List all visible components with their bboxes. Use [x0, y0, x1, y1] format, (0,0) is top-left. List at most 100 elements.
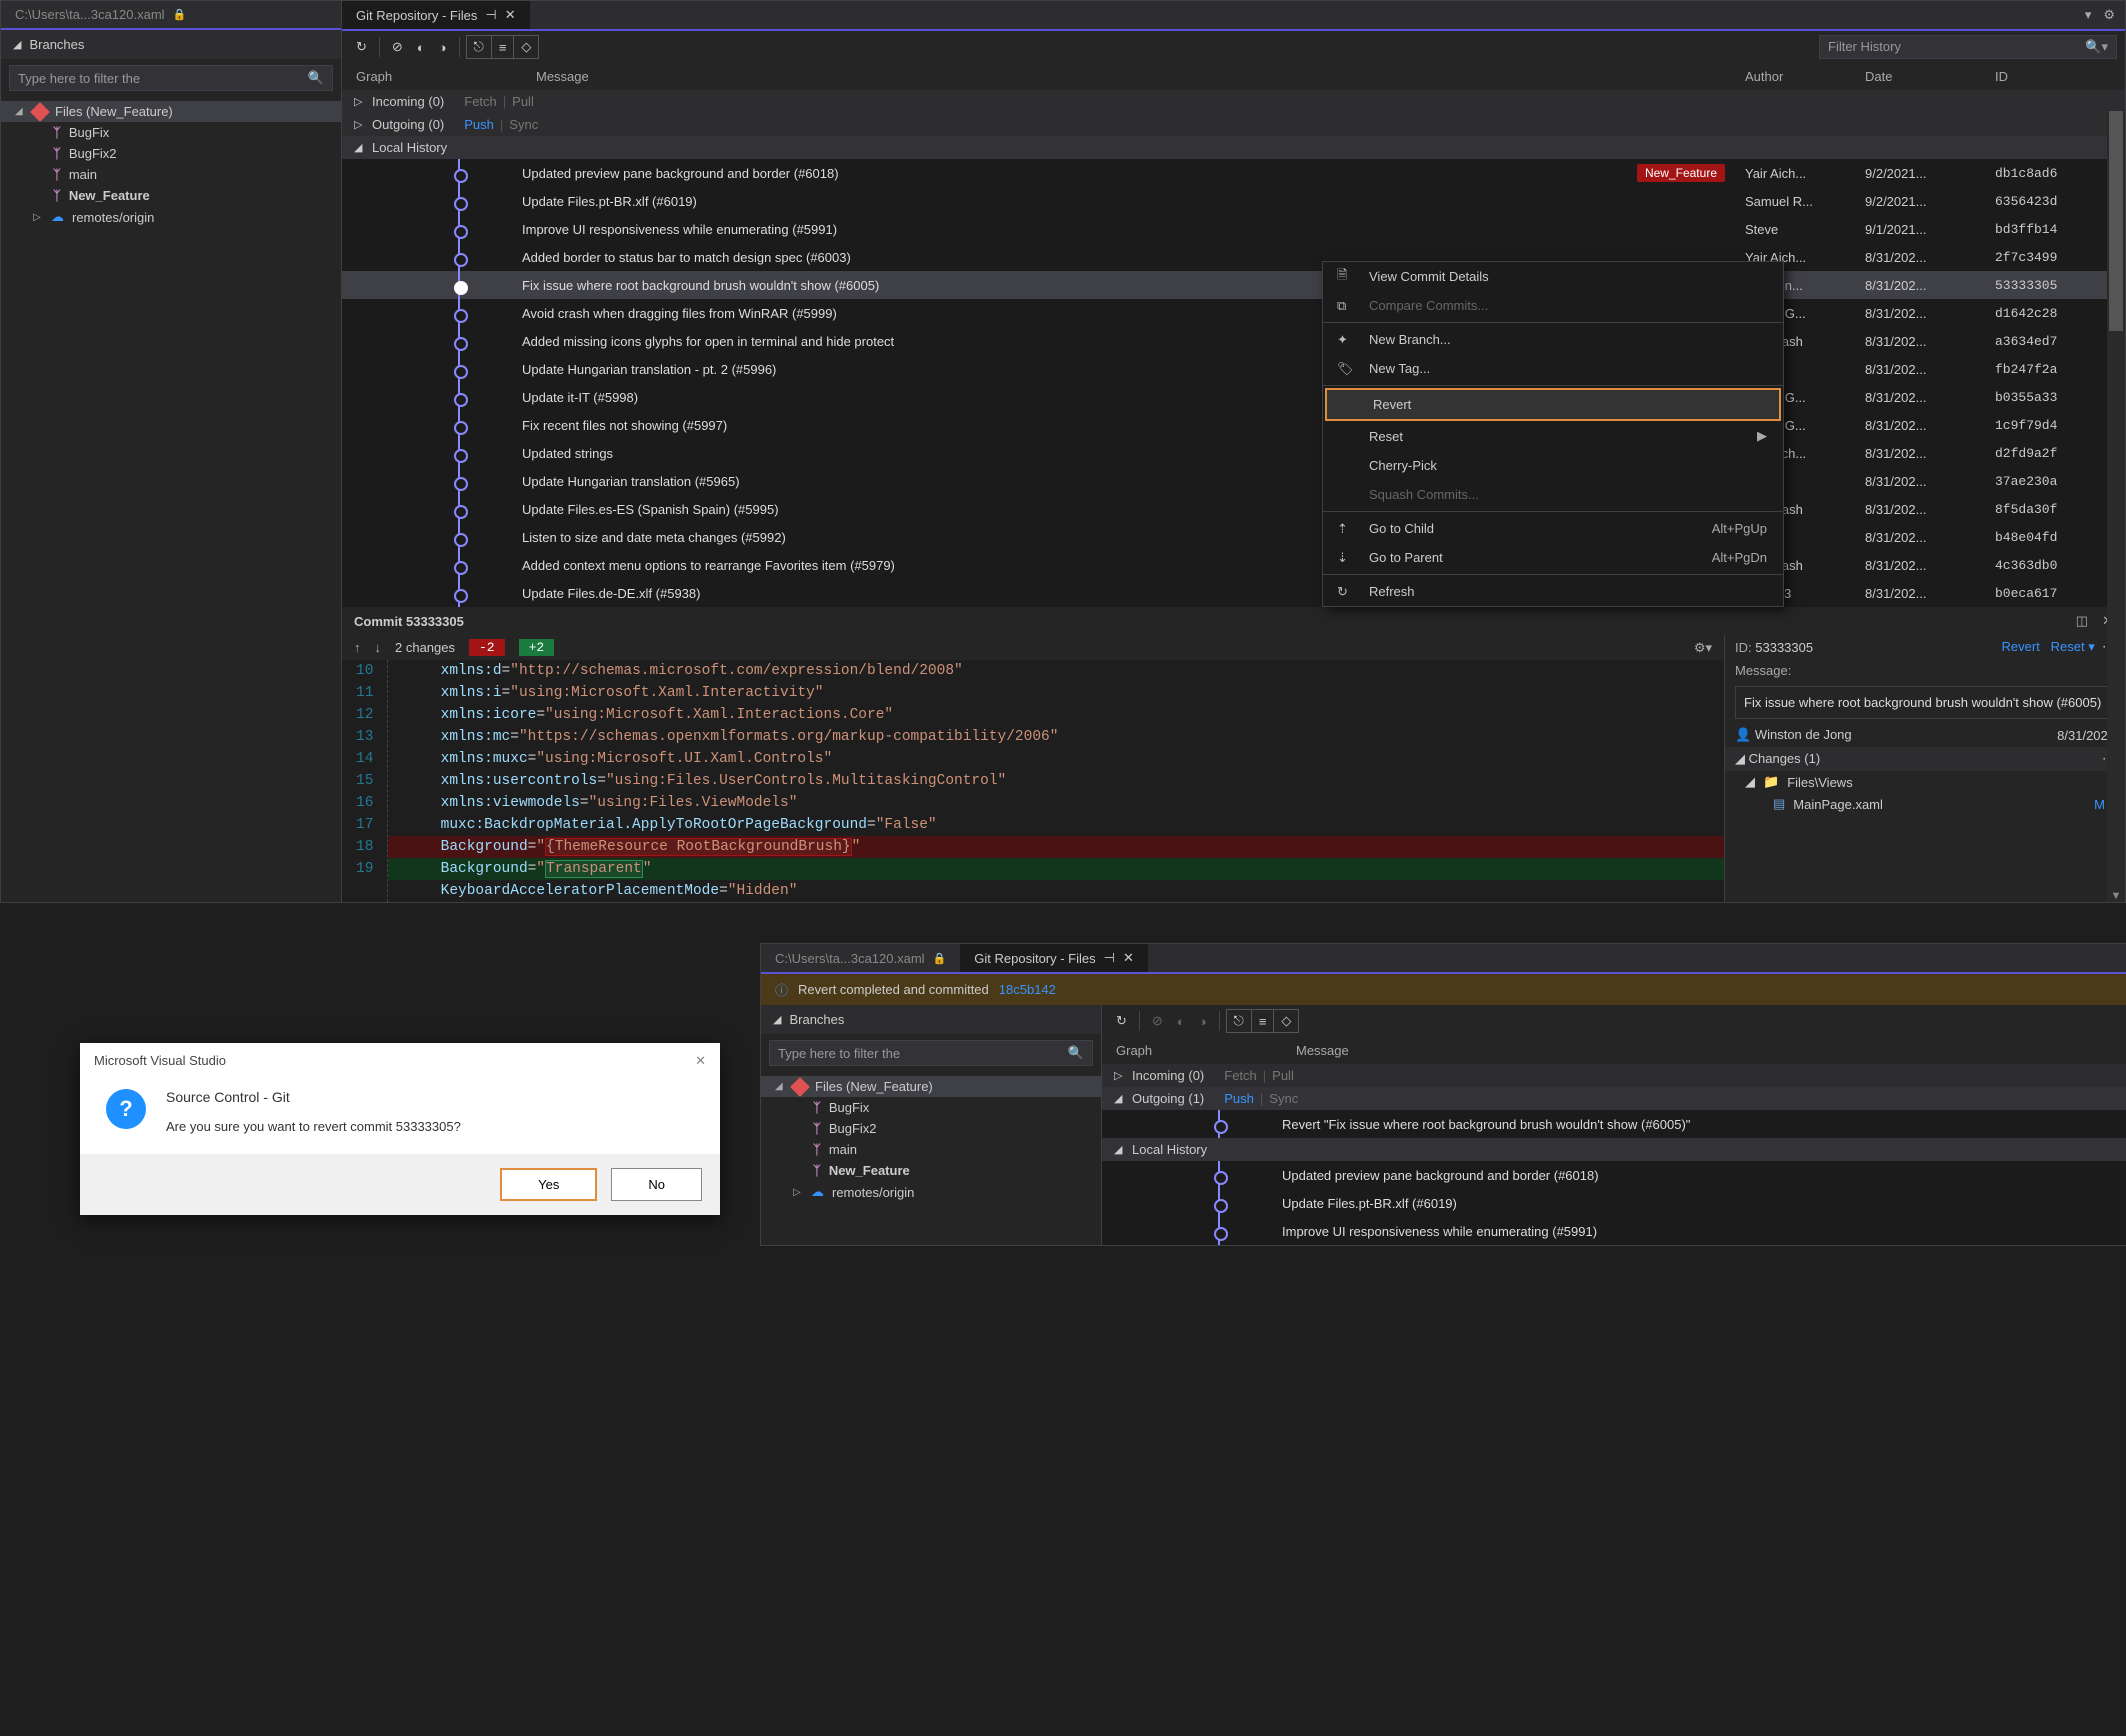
- remotes-node[interactable]: ▷ ☁ remotes/origin: [1, 206, 341, 228]
- commit-row[interactable]: Update Files.pt-BR.xlf (#6019)Samuel R..…: [342, 187, 2125, 215]
- commit-row[interactable]: Update Files.de-DE.xlf (#5938)R3voA38/31…: [342, 579, 2125, 607]
- split-icon[interactable]: ◫: [2076, 613, 2088, 629]
- branch-item[interactable]: main: [1, 164, 341, 185]
- commit-row[interactable]: Fix issue where root background brush wo…: [342, 271, 2125, 299]
- commit-row[interactable]: Avoid crash when dragging files from Win…: [342, 299, 2125, 327]
- scrollbar[interactable]: ▲ ▼: [2107, 111, 2125, 902]
- commit-row[interactable]: Updated stringsYair Aich...8/31/202...d2…: [342, 439, 2125, 467]
- menu-item-go-to-child[interactable]: ⇡Go to ChildAlt+PgUp: [1323, 514, 1783, 543]
- branch-item[interactable]: BugFix: [761, 1097, 1101, 1118]
- yes-button[interactable]: Yes: [500, 1168, 597, 1201]
- branch-root[interactable]: ◢ Files (New_Feature): [761, 1076, 1101, 1097]
- branch-item[interactable]: main: [761, 1139, 1101, 1160]
- commit-row[interactable]: Update Files.pt-BR.xlf (#6019): [1102, 1189, 2126, 1217]
- merge-mode-button[interactable]: ◇: [514, 36, 538, 58]
- branches-header[interactable]: ◢ Branches: [761, 1005, 1101, 1034]
- list-mode-button[interactable]: ≡: [1252, 1010, 1275, 1032]
- branch-item[interactable]: BugFix2: [1, 143, 341, 164]
- sync-link[interactable]: Sync: [509, 117, 538, 132]
- sync-link[interactable]: Sync: [1269, 1091, 1298, 1106]
- gear-icon[interactable]: ⚙▾: [1694, 640, 1712, 656]
- branch-root[interactable]: ◢ Files (New_Feature): [1, 101, 341, 122]
- outgoing-section[interactable]: ▷ Outgoing (0) Push | Sync: [342, 113, 2125, 136]
- toolbar-btn[interactable]: ◐: [411, 36, 431, 59]
- fetch-link[interactable]: Fetch: [1224, 1068, 1257, 1083]
- graph-mode-button[interactable]: ⎋: [467, 36, 492, 58]
- menu-item-cherry-pick[interactable]: Cherry-Pick: [1323, 451, 1783, 480]
- menu-item-refresh[interactable]: ↻Refresh: [1323, 577, 1783, 606]
- reset-link[interactable]: Reset ▾: [2051, 639, 2095, 654]
- toolbar-btn: ◑: [1193, 1010, 1213, 1033]
- commit-row[interactable]: Listen to size and date meta changes (#5…: [342, 523, 2125, 551]
- branch-filter[interactable]: Type here to filter the 🔍: [769, 1040, 1093, 1066]
- file-node[interactable]: ▤ MainPage.xaml M: [1725, 793, 2125, 815]
- branches-header[interactable]: ◢ Branches: [1, 30, 341, 59]
- commit-row[interactable]: Update Hungarian translation (#5965)nvi9…: [342, 467, 2125, 495]
- commit-row[interactable]: Updated preview pane background and bord…: [342, 159, 2125, 187]
- menu-item-new-branch-[interactable]: ✦New Branch...: [1323, 325, 1783, 354]
- commit-row[interactable]: Added missing icons glyphs for open in t…: [342, 327, 2125, 355]
- remotes-node[interactable]: ▷ ☁ remotes/origin: [761, 1181, 1101, 1203]
- refresh-button[interactable]: ↻: [350, 35, 373, 59]
- revert-link[interactable]: Revert: [2002, 639, 2040, 654]
- commit-row[interactable]: Fix recent files not showing (#5997)Marc…: [342, 411, 2125, 439]
- list-mode-button[interactable]: ≡: [492, 36, 515, 58]
- refresh-button[interactable]: ↻: [1110, 1009, 1133, 1033]
- local-history-section[interactable]: ◢ Local History: [1102, 1138, 2126, 1161]
- scroll-thumb[interactable]: [2109, 111, 2123, 331]
- menu-item-view-commit-details[interactable]: 🗎View Commit Details: [1323, 262, 1783, 291]
- next-change-button[interactable]: ↓: [375, 640, 382, 655]
- close-icon[interactable]: ✕: [695, 1053, 706, 1069]
- menu-item-new-tag-[interactable]: 🏷New Tag...: [1323, 354, 1783, 383]
- commit-detail-header: Commit 53333305 ◫ ✕: [342, 607, 2125, 635]
- toolbar-btn[interactable]: ⊘: [386, 35, 409, 59]
- graph-mode-button[interactable]: ⎋: [1227, 1010, 1252, 1032]
- incoming-section[interactable]: ▷ Incoming (0) Fetch | Pull: [1102, 1064, 2126, 1087]
- push-link[interactable]: Push: [1224, 1091, 1254, 1106]
- merge-mode-button[interactable]: ◇: [1274, 1010, 1298, 1032]
- git-tab[interactable]: Git Repository - Files ⊣ ✕: [342, 1, 530, 29]
- gear-icon[interactable]: ⚙: [2103, 7, 2115, 23]
- folder-node[interactable]: ◢ 📁 Files\Views: [1725, 771, 2125, 793]
- pull-link[interactable]: Pull: [1272, 1068, 1294, 1083]
- git-tab[interactable]: Git Repository - Files ⊣ ✕: [960, 944, 1148, 972]
- pin-icon[interactable]: ⊣: [485, 7, 496, 23]
- notification-text: Revert completed and committed: [798, 982, 989, 997]
- changes-header[interactable]: ◢ Changes (1) ⋯: [1725, 747, 2125, 771]
- fetch-link[interactable]: Fetch: [464, 94, 497, 109]
- local-history-section[interactable]: ◢ Local History: [342, 136, 2125, 159]
- commit-row[interactable]: Update it-IT (#5998)Marco G...8/31/202..…: [342, 383, 2125, 411]
- menu-item-go-to-parent[interactable]: ⇣Go to ParentAlt+PgDn: [1323, 543, 1783, 572]
- prev-change-button[interactable]: ↑: [354, 640, 361, 655]
- commit-row[interactable]: Added border to status bar to match desi…: [342, 243, 2125, 271]
- scroll-down-icon[interactable]: ▼: [2107, 890, 2125, 902]
- commit-row[interactable]: Revert "Fix issue where root background …: [1102, 1110, 2126, 1138]
- branch-item[interactable]: BugFix: [1, 122, 341, 143]
- branch-item[interactable]: New_Feature: [1, 185, 341, 206]
- commit-row[interactable]: Improve UI responsiveness while enumerat…: [342, 215, 2125, 243]
- toolbar-btn[interactable]: ◑: [433, 36, 453, 59]
- commit-row[interactable]: Update Files.es-ES (Spanish Spain) (#599…: [342, 495, 2125, 523]
- commit-row[interactable]: Update Hungarian translation - pt. 2 (#5…: [342, 355, 2125, 383]
- menu-item-revert[interactable]: Revert: [1325, 388, 1781, 421]
- file-tab[interactable]: C:\Users\ta...3ca120.xaml 🔒: [1, 1, 200, 28]
- branch-item[interactable]: BugFix2: [761, 1118, 1101, 1139]
- no-button[interactable]: No: [611, 1168, 702, 1201]
- push-link[interactable]: Push: [464, 117, 494, 132]
- filter-history[interactable]: Filter History 🔍▾: [1819, 35, 2117, 59]
- file-tab[interactable]: C:\Users\ta...3ca120.xaml 🔒: [761, 944, 960, 972]
- close-icon[interactable]: ✕: [505, 7, 516, 23]
- commit-row[interactable]: Added context menu options to rearrange …: [342, 551, 2125, 579]
- branch-filter[interactable]: Type here to filter the 🔍: [9, 65, 333, 91]
- commit-row[interactable]: Updated preview pane background and bord…: [1102, 1161, 2126, 1189]
- commit-row[interactable]: Improve UI responsiveness while enumerat…: [1102, 1217, 2126, 1245]
- incoming-section[interactable]: ▷ Incoming (0) Fetch | Pull: [342, 90, 2125, 113]
- pin-icon[interactable]: ⊣: [1104, 950, 1115, 966]
- branch-item[interactable]: New_Feature: [761, 1160, 1101, 1181]
- notification-sha[interactable]: 18c5b142: [999, 982, 1056, 997]
- menu-item-reset[interactable]: Reset▶: [1323, 421, 1783, 451]
- close-icon[interactable]: ✕: [1123, 950, 1134, 966]
- pull-link[interactable]: Pull: [512, 94, 534, 109]
- chevron-down-icon[interactable]: ▾: [2085, 7, 2092, 23]
- outgoing-section[interactable]: ◢ Outgoing (1) Push | Sync: [1102, 1087, 2126, 1110]
